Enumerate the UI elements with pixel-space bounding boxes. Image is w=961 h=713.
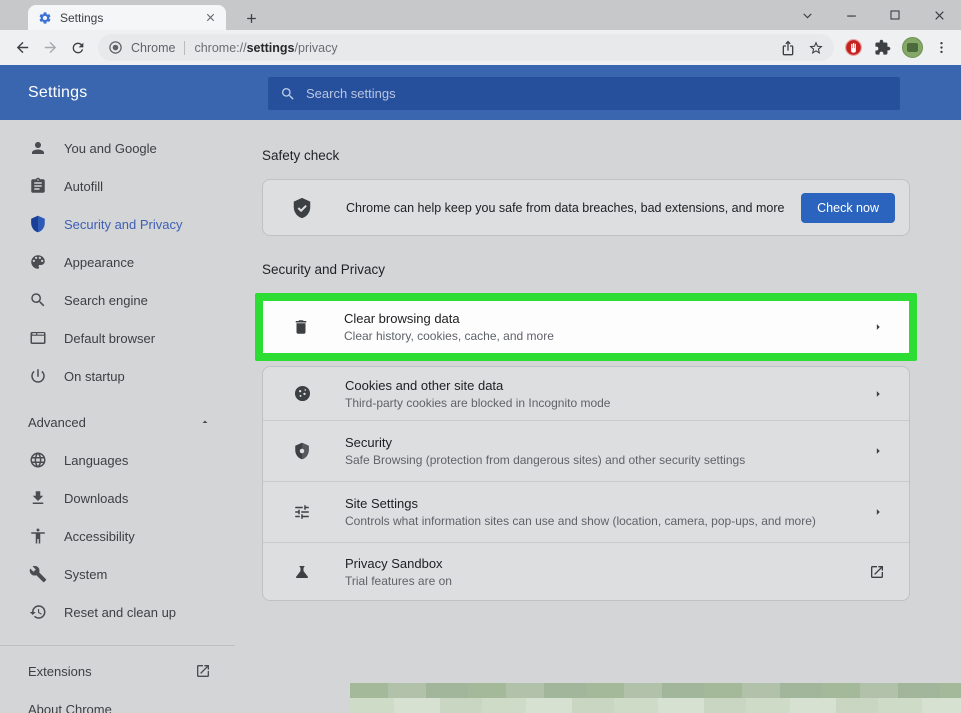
extensions-puzzle-icon[interactable] (874, 39, 891, 56)
sidebar-item-accessibility[interactable]: Accessibility (0, 517, 235, 555)
sidebar-item-languages[interactable]: Languages (0, 441, 235, 479)
sidebar-item-reset-and-clean-up[interactable]: Reset and clean up (0, 593, 235, 631)
settings-search-box[interactable] (268, 77, 900, 110)
sidebar-item-security-and-privacy[interactable]: Security and Privacy (0, 205, 235, 243)
row-title: Cookies and other site data (345, 378, 859, 393)
site-label: Chrome (131, 41, 175, 55)
browser-toolbar: Chrome chrome://settings/privacy (0, 30, 961, 65)
chevron-right-icon (871, 505, 885, 519)
row-cookies[interactable]: Cookies and other site data Third-party … (263, 367, 909, 420)
sidebar-item-default-browser[interactable]: Default browser (0, 319, 235, 357)
privacy-rows-card: Cookies and other site data Third-party … (262, 366, 910, 601)
cookie-icon (291, 384, 313, 403)
row-title: Privacy Sandbox (345, 556, 857, 571)
sidebar-item-extensions[interactable]: Extensions (0, 652, 235, 690)
flask-icon (291, 563, 313, 581)
download-icon (28, 489, 48, 507)
tune-icon (291, 503, 313, 521)
tab-title: Settings (60, 11, 202, 25)
bookmark-star-icon[interactable] (808, 40, 824, 56)
sidebar-item-about-chrome[interactable]: About Chrome (0, 690, 235, 713)
more-menu-icon[interactable] (934, 40, 949, 55)
shield-icon (28, 215, 48, 233)
reload-icon[interactable] (64, 34, 92, 62)
power-icon (28, 367, 48, 385)
row-clear-browsing-data[interactable]: Clear browsing data Clear history, cooki… (263, 301, 909, 353)
page-title: Settings (28, 84, 87, 102)
adblock-icon[interactable] (844, 38, 863, 57)
check-now-button[interactable]: Check now (801, 193, 895, 223)
clipboard-icon (28, 177, 48, 195)
settings-sidebar: You and Google Autofill Security and Pri… (0, 120, 235, 713)
history-icon (28, 603, 48, 621)
wrench-icon (28, 565, 48, 583)
sidebar-advanced-toggle[interactable]: Advanced (0, 403, 235, 441)
person-icon (28, 139, 48, 157)
sidebar-item-you-and-google[interactable]: You and Google (0, 129, 235, 167)
row-subtitle: Safe Browsing (protection from dangerous… (345, 453, 859, 467)
safety-check-card: Chrome can help keep you safe from data … (262, 179, 910, 236)
chrome-settings-window: Settings (0, 0, 961, 713)
globe-icon (28, 451, 48, 469)
chevron-right-icon (871, 320, 885, 334)
share-icon[interactable] (780, 40, 796, 56)
accessibility-icon (28, 527, 48, 545)
tab-settings[interactable]: Settings (28, 5, 226, 30)
settings-header: Settings (0, 65, 961, 120)
browser-window-icon (28, 329, 48, 347)
address-bar[interactable]: Chrome chrome://settings/privacy (98, 34, 834, 61)
tab-strip: Settings (0, 0, 961, 30)
row-title: Site Settings (345, 496, 859, 511)
window-close-icon[interactable] (917, 0, 961, 30)
back-icon[interactable] (8, 34, 36, 62)
window-controls (785, 0, 961, 30)
sidebar-item-system[interactable]: System (0, 555, 235, 593)
security-privacy-heading: Security and Privacy (262, 262, 910, 277)
sidebar-item-downloads[interactable]: Downloads (0, 479, 235, 517)
row-title: Security (345, 435, 859, 450)
chevron-right-icon (871, 444, 885, 458)
minimize-icon[interactable] (829, 0, 873, 30)
sidebar-item-appearance[interactable]: Appearance (0, 243, 235, 281)
row-site-settings[interactable]: Site Settings Controls what information … (263, 481, 909, 542)
highlight-box: Clear browsing data Clear history, cooki… (255, 293, 917, 361)
external-link-icon[interactable] (869, 564, 885, 580)
search-icon (280, 86, 296, 102)
row-subtitle: Trial features are on (345, 574, 857, 588)
row-security[interactable]: Security Safe Browsing (protection from … (263, 420, 909, 481)
url-separator (184, 41, 185, 55)
safety-check-message: Chrome can help keep you safe from data … (346, 201, 801, 215)
shield-icon (291, 442, 313, 460)
profile-avatar[interactable] (902, 37, 923, 58)
row-subtitle: Third-party cookies are blocked in Incog… (345, 396, 859, 410)
url-text: chrome://settings/privacy (194, 41, 337, 55)
gear-icon (38, 11, 52, 25)
shield-check-icon (291, 197, 313, 219)
row-title: Clear browsing data (344, 311, 859, 326)
palette-icon (28, 253, 48, 271)
maximize-icon[interactable] (873, 0, 917, 30)
sidebar-item-search-engine[interactable]: Search engine (0, 281, 235, 319)
chevron-right-icon (871, 387, 885, 401)
settings-search-input[interactable] (306, 86, 888, 101)
external-link-icon (195, 663, 211, 679)
chevron-down-icon[interactable] (785, 0, 829, 30)
row-subtitle: Clear history, cookies, cache, and more (344, 329, 859, 343)
tab-close-icon[interactable] (202, 10, 218, 26)
sidebar-divider (0, 645, 235, 646)
row-subtitle: Controls what information sites can use … (345, 514, 859, 528)
sidebar-item-autofill[interactable]: Autofill (0, 167, 235, 205)
page-info-icon[interactable] (108, 40, 123, 55)
settings-main: Safety check Chrome can help keep you sa… (262, 120, 910, 713)
caret-up-icon (199, 416, 211, 428)
trash-icon (290, 318, 312, 336)
row-privacy-sandbox[interactable]: Privacy Sandbox Trial features are on (263, 542, 909, 600)
new-tab-icon[interactable] (240, 7, 262, 29)
safety-check-heading: Safety check (262, 148, 910, 163)
sidebar-item-on-startup[interactable]: On startup (0, 357, 235, 395)
forward-icon[interactable] (36, 34, 64, 62)
search-icon (28, 291, 48, 309)
